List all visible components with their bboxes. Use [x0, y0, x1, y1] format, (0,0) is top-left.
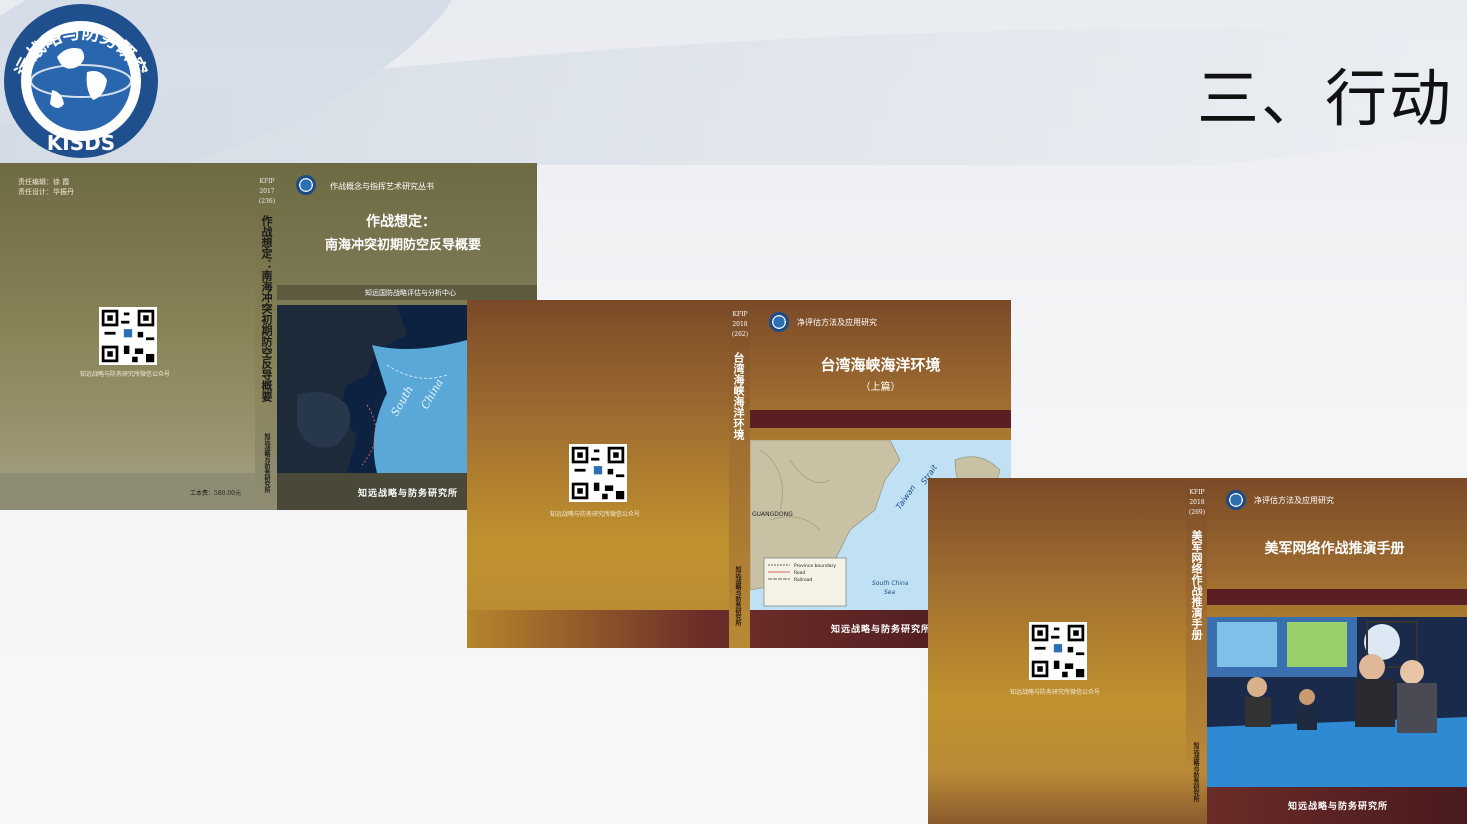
spine-publisher: 知远战略与防务研究所: [1192, 742, 1199, 802]
spine-publisher: 知远战略与防务研究所: [263, 433, 270, 493]
spine-title: 台湾海峡海洋环境: [732, 352, 745, 440]
code-line: KFIP: [259, 178, 275, 185]
map-label: South China: [872, 580, 909, 587]
series-name: 作战概念与指挥艺术研究丛书: [330, 182, 434, 191]
book-title-line1: 美军网络作战推演手册: [1264, 541, 1405, 557]
qr-caption: 知远战略与防务研究所微信公众号: [550, 511, 641, 518]
book-title-line2: （上篇）: [860, 382, 901, 393]
qr-code: [99, 307, 157, 365]
publisher-seal-icon: [1226, 490, 1246, 510]
code-line: 2018: [1189, 499, 1205, 506]
publisher-seal-icon: [296, 175, 316, 195]
qr-code: [569, 444, 627, 502]
banner: 知远国防战略评估与分析中心: [277, 285, 537, 300]
publisher: 知远战略与防务研究所: [358, 489, 459, 499]
legend-item: Province boundary: [794, 563, 836, 569]
code-line: (269): [1188, 509, 1206, 516]
legend-item: Railroad: [794, 577, 813, 583]
book-title-line1: 台湾海峡海洋环境: [820, 356, 941, 374]
code-line: 2017: [259, 188, 275, 195]
spine-title: 作战想定：南海冲突初期防空反导概要: [260, 215, 273, 402]
banner: [750, 410, 1011, 428]
qr-caption: 知远战略与防务研究所微信公众号: [80, 371, 171, 378]
spine-publisher: 知远战略与防务研究所: [734, 566, 741, 626]
book-cover-3[interactable]: 知远战略与防务研究所微信公众号 KFIP 2018 (269) 美军网络作战推演…: [928, 478, 1467, 824]
logo-abbr: KISDS: [47, 131, 115, 155]
publisher: 知远战略与防务研究所: [1288, 802, 1389, 812]
code-line: KFIP: [1189, 489, 1205, 496]
code-line: KFIP: [732, 311, 748, 318]
kisds-logo: 知远战略与防务研究所 KISDS: [0, 0, 160, 160]
publisher: 知远战略与防务研究所: [831, 625, 932, 635]
price: 工本费：580.00元: [190, 490, 241, 497]
spine-title: 美军网络作战推演手册: [1190, 530, 1203, 640]
page-title: 三、行动: [1196, 62, 1453, 135]
code-line: 2018: [732, 321, 748, 328]
designer-line: 责任设计：华振丹: [18, 188, 74, 196]
photo-image: [1207, 617, 1467, 787]
series-name: 净评估方法及应用研究: [797, 318, 877, 327]
qr-code: [1029, 622, 1087, 680]
book-cover-1[interactable]: 责任编辑：徐 霞 责任设计：华振丹 知远战略与防务研究所微信公众号 工本费：58…: [0, 163, 537, 510]
publisher-seal-icon: [769, 312, 789, 332]
code-line: (236): [258, 198, 276, 205]
qr-caption: 知远战略与防务研究所微信公众号: [1010, 689, 1101, 696]
legend-item: Road: [794, 570, 805, 576]
map-label: Sea: [884, 589, 896, 596]
book-title-line1: 作战想定：: [366, 214, 436, 230]
map-image: South China: [277, 305, 467, 473]
series-name: 净评估方法及应用研究: [1254, 496, 1334, 505]
map-label: GUANGDONG: [752, 511, 793, 518]
book-title-line2: 南海冲突初期防空反导概要: [324, 238, 481, 253]
banner-text: 知远国防战略评估与分析中心: [365, 289, 456, 297]
editor-line: 责任编辑：徐 霞: [18, 178, 70, 186]
banner: [1207, 589, 1467, 605]
code-line: (262): [731, 331, 749, 338]
